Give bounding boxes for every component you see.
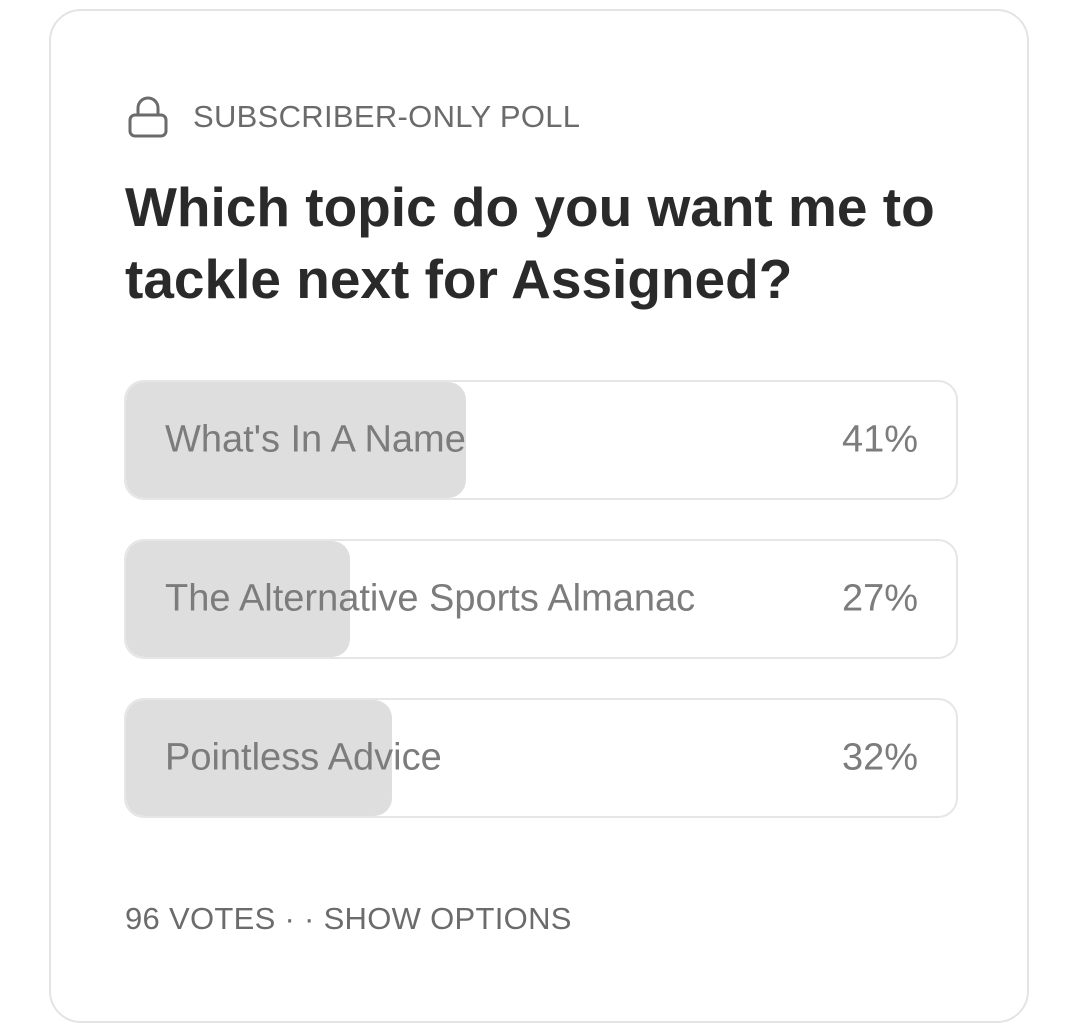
poll-option-alternative-sports-almanac[interactable]: The Alternative Sports Almanac 27% bbox=[124, 539, 958, 659]
vote-count: 96 VOTES bbox=[125, 901, 276, 936]
poll-card: SUBSCRIBER-ONLY POLL Which topic do you … bbox=[49, 9, 1029, 1023]
poll-question: Which topic do you want me to tackle nex… bbox=[125, 176, 935, 310]
poll-option-percent: 41% bbox=[841, 418, 918, 461]
poll-option-percent: 32% bbox=[841, 736, 918, 779]
poll-option-label: What's In A Name bbox=[165, 418, 466, 461]
poll-option-percent: 27% bbox=[841, 577, 918, 620]
poll-option-label: Pointless Advice bbox=[165, 736, 442, 779]
poll-type-row: SUBSCRIBER-ONLY POLL bbox=[127, 95, 580, 139]
poll-option-label: The Alternative Sports Almanac bbox=[165, 577, 696, 620]
lock-icon bbox=[128, 96, 168, 138]
show-options-link[interactable]: SHOW OPTIONS bbox=[324, 901, 572, 937]
poll-options: What's In A Name 41% The Alternative Spo… bbox=[124, 380, 958, 857]
poll-option-pointless-advice[interactable]: Pointless Advice 32% bbox=[124, 698, 958, 818]
poll-type-label: SUBSCRIBER-ONLY POLL bbox=[193, 99, 581, 134]
poll-footer: 96 VOTES · · SHOW OPTIONS bbox=[125, 901, 572, 937]
footer-separator: · · bbox=[275, 901, 324, 936]
poll-option-whats-in-a-name[interactable]: What's In A Name 41% bbox=[124, 380, 958, 500]
